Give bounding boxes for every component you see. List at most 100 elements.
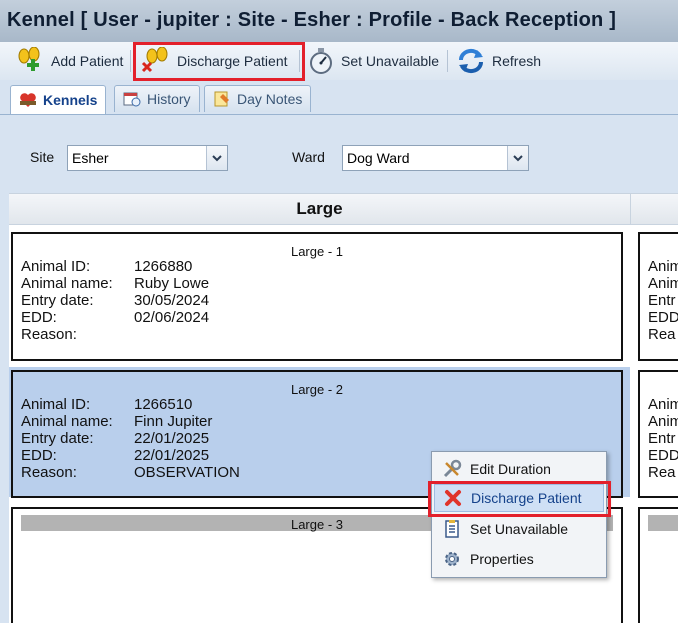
discharge-patient-button[interactable]: Discharge Patient [141,46,288,76]
kennel-field-entry-date: Entry date: 30/05/2024 [21,292,209,309]
kennel-field-animal-id: Animal ID: 1266880 [21,258,192,275]
kennel-card-large-1[interactable]: Large - 1 Animal ID: 1266880 Animal name:… [11,232,623,361]
kennel-unavailable-bar [648,515,678,531]
field-value: 02/06/2024 [134,309,210,326]
toolbar-separator [447,50,448,72]
add-patient-button[interactable]: Add Patient [15,46,123,76]
field-value: 1266510 [134,396,193,413]
ward-value: Dog Ward [347,150,410,166]
field-label: Reason: [21,326,77,343]
kennel-field-edd: EDD: 22/01/2025 [21,447,209,464]
field-label: Animal ID: [21,396,91,413]
chevron-down-icon [513,154,523,161]
field-label: Reason: [21,464,77,481]
kennel-field-reason: Reason: OBSERVATION [21,464,240,481]
context-item-label: Set Unavailable [470,521,569,537]
tab-history-label: History [147,91,191,107]
column-header-large: Large [9,194,631,224]
add-patient-label: Add Patient [51,53,124,69]
set-unavailable-button[interactable]: Set Unavailable [307,46,439,76]
kennel-heart-icon [20,93,36,107]
tab-day-notes-label: Day Notes [237,91,303,107]
discharge-patient-label: Discharge Patient [177,53,288,69]
field-label: Animal name: [21,413,113,430]
gear-icon [445,552,459,566]
tab-kennels[interactable]: Kennels [10,85,107,114]
refresh-button[interactable]: Refresh [456,46,541,76]
site-select[interactable]: Esher [67,145,228,171]
kennel-field-label-clipped: EDD [648,447,678,464]
title-bar: Kennel [ User - jupiter : Site - Esher :… [0,0,678,43]
tab-history[interactable]: History [114,85,200,112]
field-label: Entry date: [21,430,94,447]
field-label: EDD: [21,309,57,326]
context-item-label: Properties [470,551,534,567]
kennel-field-label-clipped: Anim [648,396,678,413]
kennel-field-label-clipped: Anim [648,258,678,275]
kennel-field-entry-date: Entry date: 22/01/2025 [21,430,209,447]
kennel-field-reason: Reason: [21,326,134,343]
clipboard-list-icon [445,520,459,538]
kennel-field-label-clipped: Rea [648,326,676,343]
kennel-title: Large - 1 [290,244,344,259]
tab-day-notes[interactable]: Day Notes [204,85,312,112]
field-value: 30/05/2024 [134,292,210,309]
filter-bar: Site Esher Ward Dog Ward [9,115,678,193]
context-menu: Edit Duration Discharge Patient Set Unav… [431,451,607,578]
context-item-properties[interactable]: Properties [434,545,604,573]
site-label: Site [30,149,55,165]
toolbar-separator [299,50,300,72]
kennel-field-animal-name: Animal name: Ruby Lowe [21,275,209,292]
field-label: EDD: [21,447,57,464]
field-value: 1266880 [134,258,193,275]
kennel-field-label-clipped: Anim [648,413,678,430]
kennel-window: Kennel [ User - jupiter : Site - Esher :… [0,0,678,623]
ward-dropdown-trigger[interactable] [507,146,528,170]
ward-select[interactable]: Dog Ward [342,145,529,171]
toolbar: Add Patient Discharge Patient Set Unavai… [0,42,678,81]
discharge-footprints-icon [141,47,168,73]
red-x-icon [445,490,461,506]
grid-header: Large [9,193,678,225]
notes-icon [214,91,229,107]
field-value: Finn Jupiter [134,413,213,430]
toolbar-separator [130,50,131,72]
context-item-label: Discharge Patient [471,490,582,506]
field-value: Ruby Lowe [134,275,210,292]
chevron-down-icon [212,154,222,161]
context-item-label: Edit Duration [470,461,551,477]
field-label: Entry date: [21,292,94,309]
window-title: Kennel [ User - jupiter : Site - Esher :… [7,9,617,31]
context-item-edit-duration[interactable]: Edit Duration [434,455,604,483]
wrench-icon [443,459,462,478]
field-label: Animal name: [21,275,113,292]
tab-kennels-label: Kennels [43,92,98,108]
tab-bar: Kennels History Day Notes [0,80,678,115]
stopwatch-icon [310,48,332,74]
kennel-field-label-clipped: EDD [648,309,678,326]
set-unavailable-label: Set Unavailable [341,53,440,69]
calendar-clock-icon [123,92,141,107]
refresh-icon [458,48,484,74]
field-value: 22/01/2025 [134,447,210,464]
field-value: OBSERVATION [134,464,240,481]
kennel-card-right-1[interactable]: Anim Anim Entr EDD Rea [638,232,678,361]
kennel-card-right-2[interactable]: Anim Anim Entr EDD Rea [638,370,678,498]
kennel-field-animal-name: Animal name: Finn Jupiter [21,413,212,430]
field-value: 22/01/2025 [134,430,210,447]
context-item-discharge-patient[interactable]: Discharge Patient [434,484,604,512]
kennel-field-label-clipped: Entr [648,292,676,309]
kennel-field-label-clipped: Anim [648,275,678,292]
refresh-label: Refresh [492,53,542,69]
kennel-field-animal-id: Animal ID: 1266510 [21,396,192,413]
site-dropdown-trigger[interactable] [206,146,227,170]
kennel-card-right-3[interactable] [638,507,678,623]
kennel-field-label-clipped: Rea [648,464,676,481]
kennel-field-edd: EDD: 02/06/2024 [21,309,209,326]
ward-label: Ward [292,149,325,165]
site-value: Esher [72,150,109,166]
context-item-set-unavailable[interactable]: Set Unavailable [434,515,604,543]
field-label: Animal ID: [21,258,91,275]
kennel-field-label-clipped: Entr [648,430,676,447]
kennel-title: Large - 2 [290,382,344,397]
